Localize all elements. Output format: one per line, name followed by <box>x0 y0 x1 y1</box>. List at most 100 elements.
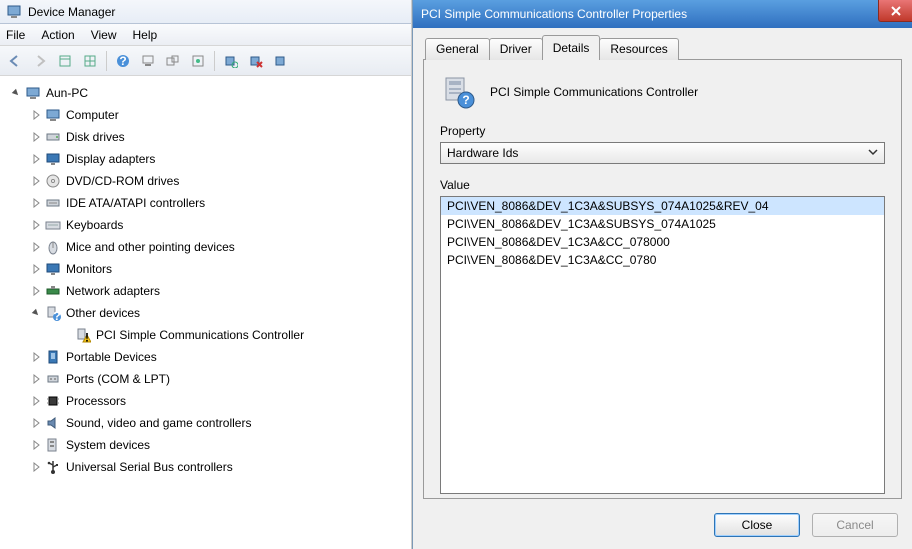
tree-category[interactable]: Sound, video and game controllers <box>4 412 407 434</box>
tree-category[interactable]: System devices <box>4 434 407 456</box>
tree-category-label: Portable Devices <box>66 350 157 364</box>
tree-category-label: Sound, video and game controllers <box>66 416 251 430</box>
toolbar-button[interactable] <box>162 50 184 72</box>
dialog-title: PCI Simple Communications Controller Pro… <box>421 7 687 21</box>
value-row[interactable]: PCI\VEN_8086&DEV_1C3A&SUBSYS_074A1025 <box>441 215 884 233</box>
tree-category[interactable]: Computer <box>4 104 407 126</box>
tree-category[interactable]: Processors <box>4 390 407 412</box>
uninstall-button[interactable] <box>245 50 267 72</box>
tab-general[interactable]: General <box>425 38 490 60</box>
menu-help[interactable]: Help <box>133 28 158 42</box>
mouse-icon <box>44 239 62 255</box>
expander-icon[interactable] <box>30 197 42 209</box>
expander-icon[interactable] <box>10 87 22 99</box>
forward-button[interactable] <box>29 50 51 72</box>
expander-icon[interactable] <box>30 307 42 319</box>
menu-action[interactable]: Action <box>41 28 74 42</box>
expander-icon[interactable] <box>30 417 42 429</box>
tree-category[interactable]: Display adapters <box>4 148 407 170</box>
expander-icon[interactable] <box>30 373 42 385</box>
expander-icon[interactable] <box>30 153 42 165</box>
toolbar-button[interactable] <box>79 50 101 72</box>
scan-hardware-button[interactable] <box>220 50 242 72</box>
tree-root-label: Aun-PC <box>46 86 88 100</box>
tree-category[interactable]: Keyboards <box>4 214 407 236</box>
tree-category[interactable]: Monitors <box>4 258 407 280</box>
menu-file[interactable]: File <box>6 28 25 42</box>
devmgr-titlebar: Device Manager <box>0 0 411 24</box>
expander-icon[interactable] <box>30 461 42 473</box>
tree-category-label: Mice and other pointing devices <box>66 240 235 254</box>
value-row[interactable]: PCI\VEN_8086&DEV_1C3A&CC_078000 <box>441 233 884 251</box>
tree-category-label: Display adapters <box>66 152 155 166</box>
disc-icon <box>44 173 62 189</box>
tree-category[interactable]: ? Other devices <box>4 302 407 324</box>
menu-view[interactable]: View <box>91 28 117 42</box>
expander-icon[interactable] <box>30 241 42 253</box>
computer-icon <box>44 107 62 123</box>
toolbar-button[interactable] <box>137 50 159 72</box>
computer-icon <box>24 85 42 101</box>
value-row[interactable]: PCI\VEN_8086&DEV_1C3A&SUBSYS_074A1025&RE… <box>441 197 884 215</box>
titlebar-close-button[interactable] <box>878 0 912 22</box>
tree-category-label: Computer <box>66 108 119 122</box>
back-button[interactable] <box>4 50 26 72</box>
tab-details[interactable]: Details <box>542 35 601 60</box>
tab-resources[interactable]: Resources <box>599 38 678 60</box>
property-dropdown[interactable]: Hardware Ids <box>440 142 885 164</box>
help-button[interactable]: ? <box>112 50 134 72</box>
close-button[interactable]: Close <box>714 513 800 537</box>
cancel-button: Cancel <box>812 513 898 537</box>
tree-category[interactable]: Portable Devices <box>4 346 407 368</box>
devmgr-title: Device Manager <box>28 5 115 19</box>
disk-icon <box>44 129 62 145</box>
expander-icon[interactable] <box>30 219 42 231</box>
device-manager-window: Device Manager File Action View Help ? A… <box>0 0 412 549</box>
warn-device-icon: ! <box>74 327 92 343</box>
expander-icon[interactable] <box>30 131 42 143</box>
tree-category[interactable]: Universal Serial Bus controllers <box>4 456 407 478</box>
tab-panel-details: ? PCI Simple Communications Controller P… <box>423 59 902 499</box>
ide-icon <box>44 195 62 211</box>
other-icon: ? <box>44 305 62 321</box>
tree-category-label: Other devices <box>66 306 140 320</box>
expander-icon[interactable] <box>30 175 42 187</box>
tree-root[interactable]: Aun-PC <box>4 82 407 104</box>
expander-icon[interactable] <box>30 285 42 297</box>
usb-icon <box>44 459 62 475</box>
expander-icon[interactable] <box>30 395 42 407</box>
tab-driver[interactable]: Driver <box>489 38 543 60</box>
sound-icon <box>44 415 62 431</box>
tree-device-label: PCI Simple Communications Controller <box>96 328 304 342</box>
device-tree[interactable]: Aun-PC Computer Disk drives Display adapter… <box>0 76 411 549</box>
expander-icon[interactable] <box>30 351 42 363</box>
expander-icon[interactable] <box>30 263 42 275</box>
tree-category[interactable]: IDE ATA/ATAPI controllers <box>4 192 407 214</box>
tree-category[interactable]: Ports (COM & LPT) <box>4 368 407 390</box>
toolbar: ? <box>0 46 411 76</box>
tree-branch-icon <box>60 329 72 341</box>
device-icon: ? <box>440 74 476 110</box>
value-listbox[interactable]: PCI\VEN_8086&DEV_1C3A&SUBSYS_074A1025&RE… <box>440 196 885 494</box>
dialog-titlebar[interactable]: PCI Simple Communications Controller Pro… <box>413 0 912 28</box>
tree-category[interactable]: Disk drives <box>4 126 407 148</box>
ports-icon <box>44 371 62 387</box>
chevron-down-icon <box>868 146 878 160</box>
expander-icon[interactable] <box>30 439 42 451</box>
toolbar-button[interactable] <box>187 50 209 72</box>
tree-device[interactable]: ! PCI Simple Communications Controller <box>4 324 407 346</box>
monitor-icon <box>44 261 62 277</box>
toolbar-button[interactable] <box>270 50 292 72</box>
expander-icon[interactable] <box>30 109 42 121</box>
tree-category[interactable]: DVD/CD-ROM drives <box>4 170 407 192</box>
tree-category-label: Universal Serial Bus controllers <box>66 460 233 474</box>
tree-category-label: System devices <box>66 438 150 452</box>
tree-category[interactable]: Mice and other pointing devices <box>4 236 407 258</box>
toolbar-button[interactable] <box>54 50 76 72</box>
tree-category-label: Monitors <box>66 262 112 276</box>
value-row[interactable]: PCI\VEN_8086&DEV_1C3A&CC_0780 <box>441 251 884 269</box>
tree-category-label: DVD/CD-ROM drives <box>66 174 179 188</box>
svg-text:!: ! <box>85 331 89 344</box>
tree-category[interactable]: Network adapters <box>4 280 407 302</box>
properties-dialog: PCI Simple Communications Controller Pro… <box>412 0 912 549</box>
